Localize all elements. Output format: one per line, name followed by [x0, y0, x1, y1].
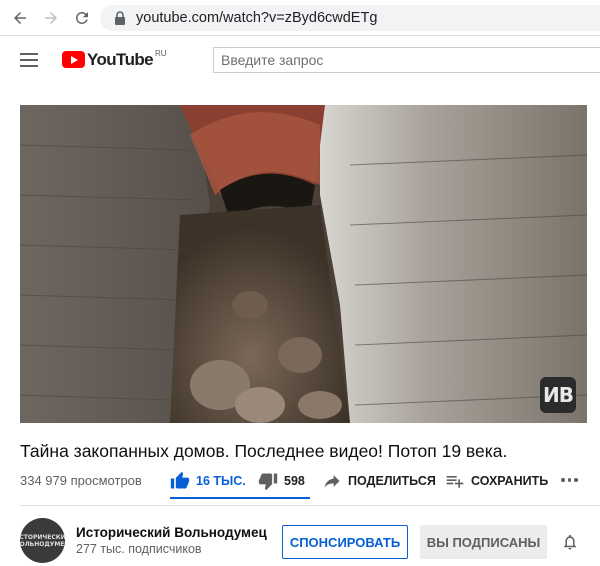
dislike-button[interactable]: 598 [258, 470, 305, 492]
lock-icon [115, 11, 125, 25]
address-bar[interactable]: youtube.com/watch?v=zByd6cwdETg [100, 5, 600, 31]
save-label: СОХРАНИТЬ [471, 474, 549, 488]
bell-icon[interactable] [561, 532, 579, 552]
search-input[interactable]: Введите запрос [213, 47, 600, 73]
forward-arrow-icon[interactable] [37, 4, 65, 32]
more-actions-icon[interactable] [561, 478, 578, 482]
youtube-header: YouTube RU Введите запрос [0, 36, 600, 86]
browser-toolbar: youtube.com/watch?v=zByd6cwdETg [0, 0, 600, 36]
share-label: ПОДЕЛИТЬСЯ [348, 474, 436, 488]
logo-text: YouTube [87, 50, 154, 69]
thumbs-down-icon [258, 473, 278, 491]
divider [20, 505, 600, 506]
search-placeholder: Введите запрос [221, 52, 324, 68]
like-ratio-bar [170, 497, 310, 499]
dislike-count: 598 [284, 474, 305, 488]
video-title: Тайна закопанных домов. Последнее видео!… [20, 441, 508, 461]
view-count: 334 979 просмотров [20, 473, 142, 488]
like-button[interactable]: 16 ТЫС. [170, 470, 246, 492]
share-arrow-icon [324, 475, 340, 488]
subscriber-count: 277 тыс. подписчиков [76, 542, 202, 556]
video-frame [20, 105, 587, 423]
reload-icon[interactable] [68, 4, 96, 32]
menu-icon[interactable] [20, 53, 38, 67]
logo-region: RU [155, 49, 167, 58]
playlist-add-icon [446, 476, 464, 488]
subscribed-button[interactable]: ВЫ ПОДПИСАНЫ [420, 525, 547, 559]
thumbs-up-icon [170, 471, 190, 489]
sponsor-button[interactable]: СПОНСИРОВАТЬ [282, 525, 408, 559]
youtube-logo[interactable]: YouTube RU [62, 49, 167, 69]
save-button[interactable]: СОХРАНИТЬ [445, 470, 548, 492]
channel-watermark[interactable]: ИВ [540, 377, 576, 413]
like-count: 16 ТЫС. [196, 474, 246, 488]
avatar-logo-text: ИСТОРИЧЕСКИЙ ВОЛЬНОДУМЕЦ [20, 533, 65, 548]
back-arrow-icon[interactable] [6, 4, 34, 32]
channel-avatar[interactable]: ИСТОРИЧЕСКИЙ ВОЛЬНОДУМЕЦ [20, 518, 65, 563]
channel-name[interactable]: Исторический Вольнодумец [76, 525, 267, 540]
video-player[interactable] [20, 105, 587, 423]
url-text: youtube.com/watch?v=zByd6cwdETg [136, 10, 378, 26]
play-logo-icon [62, 51, 85, 68]
share-button[interactable]: ПОДЕЛИТЬСЯ [322, 470, 436, 492]
